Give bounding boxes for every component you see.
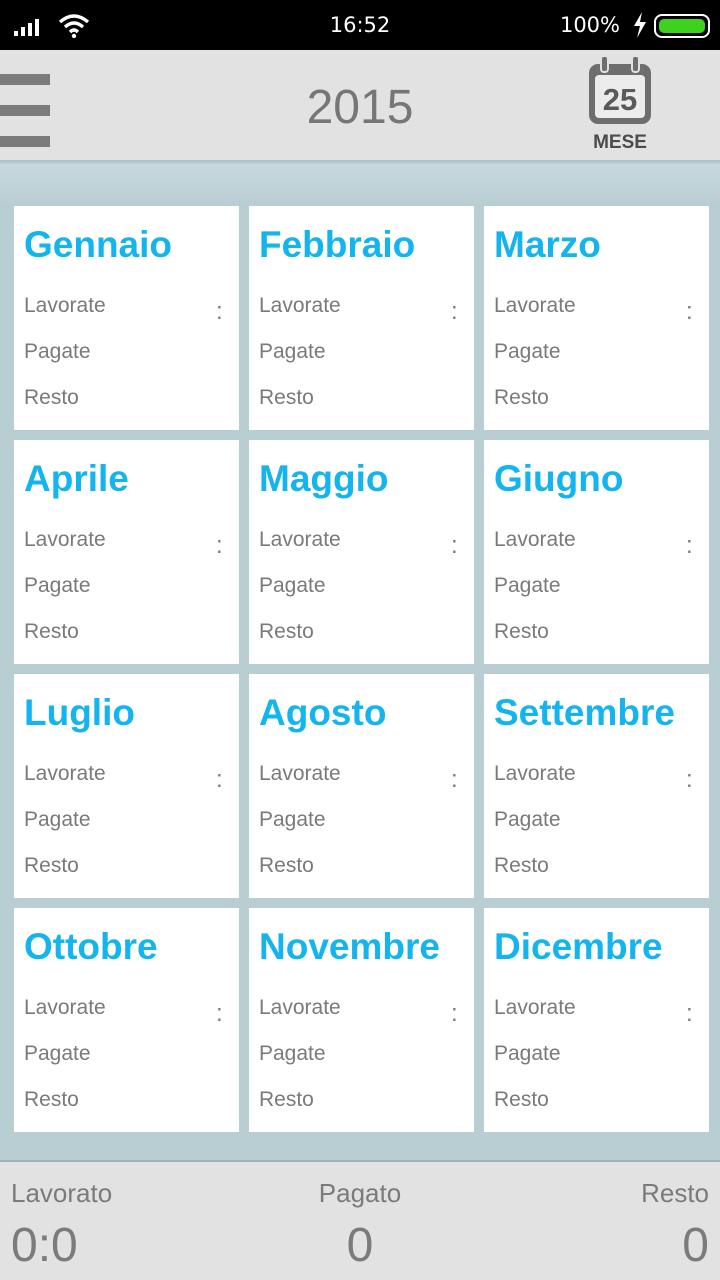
month-name: Giugno — [494, 458, 624, 499]
total-rest-label: Resto — [641, 1178, 709, 1208]
month-card-aprile[interactable]: Aprile Lavorate Pagate Resto: — [14, 440, 239, 664]
totals-footer: Lavorato Pagato Resto 0:0 0 0 — [0, 1160, 720, 1280]
month-name: Ottobre — [24, 926, 158, 967]
paid-label: Pagate — [24, 340, 91, 363]
worked-label: Lavorate — [494, 294, 576, 317]
paid-label: Pagate — [494, 808, 561, 831]
paid-label: Pagate — [24, 808, 91, 831]
rest-label: Resto — [24, 1088, 79, 1111]
total-rest-value: 0 — [682, 1219, 709, 1272]
rest-label: Resto — [259, 386, 314, 409]
worked-label: Lavorate — [494, 528, 576, 551]
paid-label: Pagate — [494, 1042, 561, 1065]
rest-label: Resto — [494, 386, 549, 409]
worked-separator: : — [451, 766, 458, 793]
worked-separator: : — [451, 1000, 458, 1027]
rest-label: Resto — [259, 854, 314, 877]
worked-separator: : — [686, 532, 693, 559]
month-card-gennaio[interactable]: Gennaio Lavorate Pagate Resto: — [14, 206, 239, 430]
paid-label: Pagate — [259, 340, 326, 363]
month-card-febbraio[interactable]: Febbraio Lavorate Pagate Resto: — [249, 206, 474, 430]
worked-separator: : — [216, 298, 223, 325]
worked-separator: : — [216, 1000, 223, 1027]
rest-label: Resto — [259, 1088, 314, 1111]
month-view-label: MESE — [593, 132, 647, 153]
worked-label: Lavorate — [24, 762, 106, 785]
worked-label: Lavorate — [24, 528, 106, 551]
worked-label: Lavorate — [259, 762, 341, 785]
battery-percent: 100% — [559, 13, 620, 37]
month-card-agosto[interactable]: Agosto Lavorate Pagate Resto: — [249, 674, 474, 898]
month-card-maggio[interactable]: Maggio Lavorate Pagate Resto: — [249, 440, 474, 664]
worked-label: Lavorate — [259, 294, 341, 317]
worked-label: Lavorate — [24, 996, 106, 1019]
worked-label: Lavorate — [24, 294, 106, 317]
month-name: Maggio — [259, 458, 389, 499]
paid-label: Pagate — [494, 340, 561, 363]
month-name: Agosto — [259, 692, 387, 733]
worked-separator: : — [686, 298, 693, 325]
rest-label: Resto — [24, 620, 79, 643]
month-card-dicembre[interactable]: Dicembre Lavorate Pagate Resto: — [484, 908, 709, 1132]
month-name: Febbraio — [259, 224, 416, 265]
month-name: Dicembre — [494, 926, 663, 967]
paid-label: Pagate — [259, 808, 326, 831]
app-bar: 2015 25 MESE — [0, 50, 720, 162]
month-name: Marzo — [494, 224, 601, 265]
worked-separator: : — [686, 766, 693, 793]
paid-label: Pagate — [259, 574, 326, 597]
rest-label: Resto — [24, 386, 79, 409]
paid-label: Pagate — [24, 574, 91, 597]
month-card-giugno[interactable]: Giugno Lavorate Pagate Resto: — [484, 440, 709, 664]
month-card-luglio[interactable]: Luglio Lavorate Pagate Resto: — [14, 674, 239, 898]
total-paid-value: 0 — [346, 1219, 374, 1272]
month-card-marzo[interactable]: Marzo Lavorate Pagate Resto: — [484, 206, 709, 430]
months-grid: Gennaio Lavorate Pagate Resto: Febbraio Lavor… — [0, 164, 720, 1160]
rest-label: Resto — [494, 620, 549, 643]
charging-bolt-icon — [634, 12, 646, 38]
worked-label: Lavorate — [494, 762, 576, 785]
worked-separator: : — [686, 1000, 693, 1027]
worked-separator: : — [216, 532, 223, 559]
worked-separator: : — [451, 298, 458, 325]
month-card-ottobre[interactable]: Ottobre Lavorate Pagate Resto: — [14, 908, 239, 1132]
paid-label: Pagate — [259, 1042, 326, 1065]
month-name: Novembre — [259, 926, 440, 967]
rest-label: Resto — [494, 1088, 549, 1111]
calendar-icon: 25 — [589, 55, 651, 124]
worked-label: Lavorate — [259, 996, 341, 1019]
month-view-button[interactable]: 25 MESE — [583, 55, 657, 157]
battery-level — [659, 19, 705, 33]
rest-label: Resto — [24, 854, 79, 877]
status-bar: 16:52 100% — [0, 0, 720, 50]
paid-label: Pagate — [494, 574, 561, 597]
worked-label: Lavorate — [259, 528, 341, 551]
paid-label: Pagate — [24, 1042, 91, 1065]
month-card-settembre[interactable]: Settembre Lavorate Pagate Resto: — [484, 674, 709, 898]
month-name: Gennaio — [24, 224, 173, 265]
month-name: Aprile — [24, 458, 129, 499]
total-paid-label: Pagato — [318, 1178, 402, 1208]
month-name: Luglio — [24, 692, 135, 733]
worked-label: Lavorate — [494, 996, 576, 1019]
rest-label: Resto — [494, 854, 549, 877]
calendar-number: 25 — [603, 82, 637, 117]
battery-icon — [654, 14, 710, 38]
worked-separator: : — [451, 532, 458, 559]
month-card-novembre[interactable]: Novembre Lavorate Pagate Resto: — [249, 908, 474, 1132]
worked-separator: : — [216, 766, 223, 793]
month-name: Settembre — [494, 692, 675, 733]
rest-label: Resto — [259, 620, 314, 643]
